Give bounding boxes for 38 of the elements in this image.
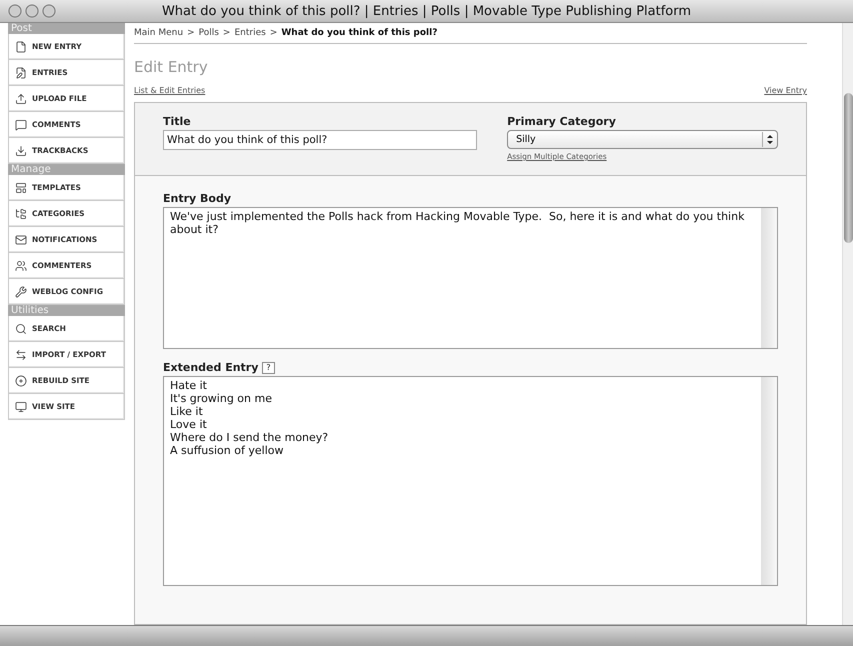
arrows-icon <box>15 348 27 360</box>
category-dropdown[interactable]: Silly <box>507 130 778 149</box>
breadcrumb-link[interactable]: Main Menu <box>134 28 184 38</box>
breadcrumb-link[interactable]: Polls <box>198 28 219 38</box>
sidebar-heading: Manage <box>8 164 125 175</box>
wrench-icon <box>15 286 27 298</box>
template-icon <box>15 182 27 194</box>
disc-icon <box>15 374 27 386</box>
list-entries-link[interactable]: List & Edit Entries <box>134 86 206 95</box>
document-icon <box>15 40 27 52</box>
monitor-icon <box>15 400 27 412</box>
download-icon <box>15 144 27 156</box>
people-icon <box>15 260 27 272</box>
title-label: Title <box>163 115 192 128</box>
title-field[interactable]: What do you think of this poll? <box>163 130 478 150</box>
speech-bubble-icon <box>15 118 27 130</box>
breadcrumb-link[interactable]: What do you think of this poll? <box>281 28 438 38</box>
search-icon <box>15 322 27 334</box>
breadcrumb-separator: > <box>222 28 230 38</box>
upload-icon <box>15 92 27 104</box>
scrollbar[interactable] <box>842 23 853 625</box>
extended-entry-label: Extended Entry <box>163 361 258 374</box>
entry-body-label: Entry Body <box>163 192 232 205</box>
window-title: What do you think of this poll? | Entries | Polls | Movable Type Publishing Platform <box>160 4 692 18</box>
category-label: Primary Category <box>507 115 617 128</box>
entry-body-field[interactable]: We've just implemented the Polls hack from Hacking Movable Type. So, here it is and what do you think about it? <box>163 207 778 349</box>
help-button[interactable]: ? <box>262 362 275 374</box>
page-title: Edit Entry <box>134 58 209 76</box>
sidebar-heading: Post <box>8 23 125 34</box>
breadcrumb-separator: > <box>187 28 195 38</box>
folder-tree-icon <box>15 208 27 220</box>
breadcrumb-link[interactable]: Entries <box>234 28 266 38</box>
document-pen-icon <box>15 66 27 78</box>
view-entry-link[interactable]: View Entry <box>764 86 807 95</box>
envelope-icon <box>15 234 27 246</box>
extended-entry-field[interactable]: Hate it It's growing on me Like it Love it Where do I send the money? A suffusion of yellow <box>163 376 778 586</box>
breadcrumb-separator: > <box>270 28 278 38</box>
sidebar-heading: Utilities <box>8 305 125 316</box>
